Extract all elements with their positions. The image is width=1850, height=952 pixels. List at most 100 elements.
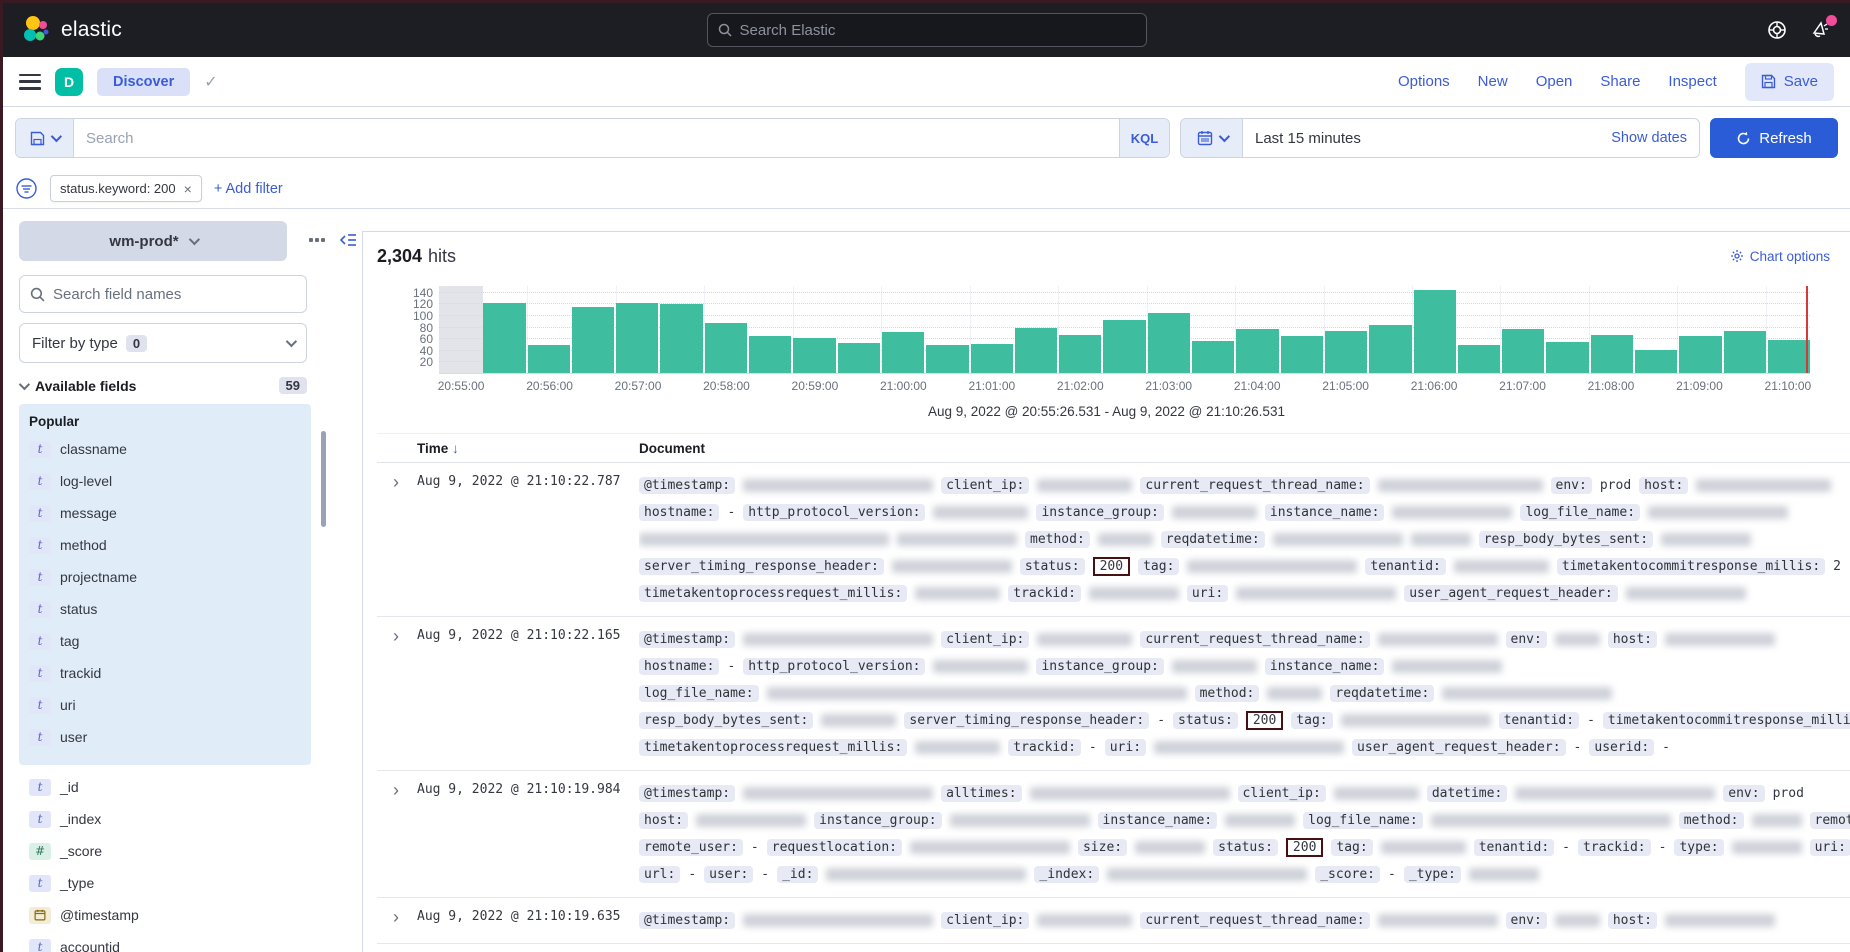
filter-by-type-select[interactable]: Filter by type 0 xyxy=(19,323,307,363)
field-name: method xyxy=(60,537,107,553)
histogram-bar[interactable] xyxy=(1369,325,1411,373)
nav-link-share[interactable]: Share xyxy=(1600,73,1640,90)
field-item--type[interactable]: t_type xyxy=(19,867,311,899)
field-item-log-level[interactable]: tlog-level xyxy=(19,465,311,497)
available-fields-header[interactable]: Available fields 59 xyxy=(19,377,307,394)
histogram-bar[interactable] xyxy=(1546,342,1588,373)
redacted-value xyxy=(1267,687,1322,700)
index-pattern-selector[interactable]: wm-prod* xyxy=(19,221,287,261)
field-settings-icon[interactable] xyxy=(309,238,325,242)
saved-query-menu-button[interactable] xyxy=(16,119,74,157)
histogram-bar[interactable] xyxy=(926,345,968,373)
histogram-bar[interactable] xyxy=(1103,320,1145,373)
global-search[interactable] xyxy=(707,13,1147,47)
document-line: url:-user:-_id:_index:_score:-_type: xyxy=(639,861,1850,888)
nav-link-new[interactable]: New xyxy=(1478,73,1508,90)
collapse-sidebar-icon[interactable] xyxy=(339,233,357,247)
field-item-status[interactable]: tstatus xyxy=(19,593,311,625)
doc-field-pill: env: xyxy=(1506,912,1547,929)
elastic-brand[interactable]: elastic xyxy=(21,15,122,45)
histogram-bar[interactable] xyxy=(660,304,702,373)
space-avatar[interactable]: D xyxy=(55,68,83,96)
histogram-bar[interactable] xyxy=(1325,331,1367,373)
histogram-bar[interactable] xyxy=(1591,335,1633,373)
histogram-bar[interactable] xyxy=(1015,328,1057,373)
field-item-message[interactable]: tmessage xyxy=(19,497,311,529)
field-item--score[interactable]: #_score xyxy=(19,835,311,867)
nav-link-open[interactable]: Open xyxy=(1536,73,1573,90)
field-search-input[interactable] xyxy=(53,286,296,303)
add-filter-button[interactable]: + Add filter xyxy=(214,181,283,197)
time-column-header[interactable]: Time ↓ xyxy=(417,441,639,456)
redacted-value xyxy=(1626,587,1746,600)
histogram-bar[interactable] xyxy=(1192,341,1234,373)
calendar-menu-button[interactable] xyxy=(1181,119,1243,157)
histogram-bar[interactable] xyxy=(1635,350,1677,373)
field-search[interactable] xyxy=(19,275,307,313)
field-item-classname[interactable]: tclassname xyxy=(19,433,311,465)
histogram-bar[interactable] xyxy=(483,303,525,373)
field-item-tag[interactable]: ttag xyxy=(19,625,311,657)
histogram-bar[interactable] xyxy=(1236,329,1278,373)
histogram-bar[interactable] xyxy=(528,345,570,373)
histogram-bar[interactable] xyxy=(793,338,835,373)
histogram-bar[interactable] xyxy=(1281,336,1323,373)
histogram-bar[interactable] xyxy=(971,344,1013,373)
global-search-input[interactable] xyxy=(740,22,1136,39)
remove-filter-icon[interactable]: × xyxy=(184,181,192,197)
field-item--id[interactable]: t_id xyxy=(19,771,311,803)
doc-field-pill: resp_body_bytes_sent: xyxy=(1479,531,1653,548)
save-button[interactable]: Save xyxy=(1745,63,1834,101)
help-icon[interactable] xyxy=(1766,19,1788,41)
news-feed-icon[interactable] xyxy=(1810,19,1832,41)
field-item-trackid[interactable]: ttrackid xyxy=(19,657,311,689)
histogram-bar[interactable] xyxy=(1768,340,1810,373)
query-input[interactable] xyxy=(74,119,1119,157)
redacted-value xyxy=(1030,787,1230,800)
histogram-bar[interactable] xyxy=(1458,345,1500,373)
histogram-bar[interactable] xyxy=(572,307,614,373)
nav-link-inspect[interactable]: Inspect xyxy=(1668,73,1716,90)
expand-row-icon[interactable]: › xyxy=(377,907,417,934)
histogram-bar[interactable] xyxy=(838,343,880,373)
histogram-bar[interactable] xyxy=(1148,313,1190,373)
histogram-bar[interactable] xyxy=(882,332,924,373)
field-item-accountid[interactable]: taccountid xyxy=(19,931,311,952)
expand-row-icon[interactable]: › xyxy=(377,472,417,607)
checkmark-icon[interactable]: ✓ xyxy=(204,72,217,92)
histogram-bar[interactable] xyxy=(1059,335,1101,373)
histogram-bar[interactable] xyxy=(1414,290,1456,373)
field-item-user[interactable]: tuser xyxy=(19,721,311,753)
doc-field-value: - xyxy=(1388,867,1396,882)
show-dates-button[interactable]: Show dates xyxy=(1599,119,1699,157)
histogram-bar[interactable] xyxy=(1502,329,1544,373)
histogram-bar[interactable] xyxy=(1679,336,1721,373)
expand-row-icon[interactable]: › xyxy=(377,780,417,888)
filter-menu-icon[interactable] xyxy=(15,177,38,200)
field-item--index[interactable]: t_index xyxy=(19,803,311,835)
time-range-label: Aug 9, 2022 @ 20:55:26.531 - Aug 9, 2022… xyxy=(403,404,1810,419)
doc-field-pill: status: xyxy=(1173,712,1238,729)
redacted-value xyxy=(1515,787,1715,800)
refresh-button[interactable]: Refresh xyxy=(1710,118,1838,158)
nav-link-options[interactable]: Options xyxy=(1398,73,1450,90)
chart-options-button[interactable]: Chart options xyxy=(1730,249,1830,264)
histogram-bars[interactable] xyxy=(439,286,1810,373)
field-item-method[interactable]: tmethod xyxy=(19,529,311,561)
kql-language-button[interactable]: KQL xyxy=(1119,119,1169,157)
field-item-projectname[interactable]: tprojectname xyxy=(19,561,311,593)
filter-pill-status-keyword[interactable]: status.keyword: 200 × xyxy=(50,175,202,202)
histogram-bar[interactable] xyxy=(749,336,791,373)
time-range-value[interactable]: Last 15 minutes xyxy=(1243,119,1599,157)
text-type-icon: t xyxy=(29,505,51,522)
expand-row-icon[interactable]: › xyxy=(377,626,417,761)
histogram-bar[interactable] xyxy=(705,323,747,373)
field-item-uri[interactable]: turi xyxy=(19,689,311,721)
breadcrumb-discover[interactable]: Discover xyxy=(97,68,190,96)
sidebar-scrollbar[interactable] xyxy=(321,431,326,527)
histogram-bar[interactable] xyxy=(1724,331,1766,373)
menu-icon[interactable] xyxy=(19,74,41,90)
redacted-value xyxy=(826,868,1026,881)
field-item--timestamp[interactable]: @timestamp xyxy=(19,899,311,931)
histogram-bar[interactable] xyxy=(616,303,658,373)
